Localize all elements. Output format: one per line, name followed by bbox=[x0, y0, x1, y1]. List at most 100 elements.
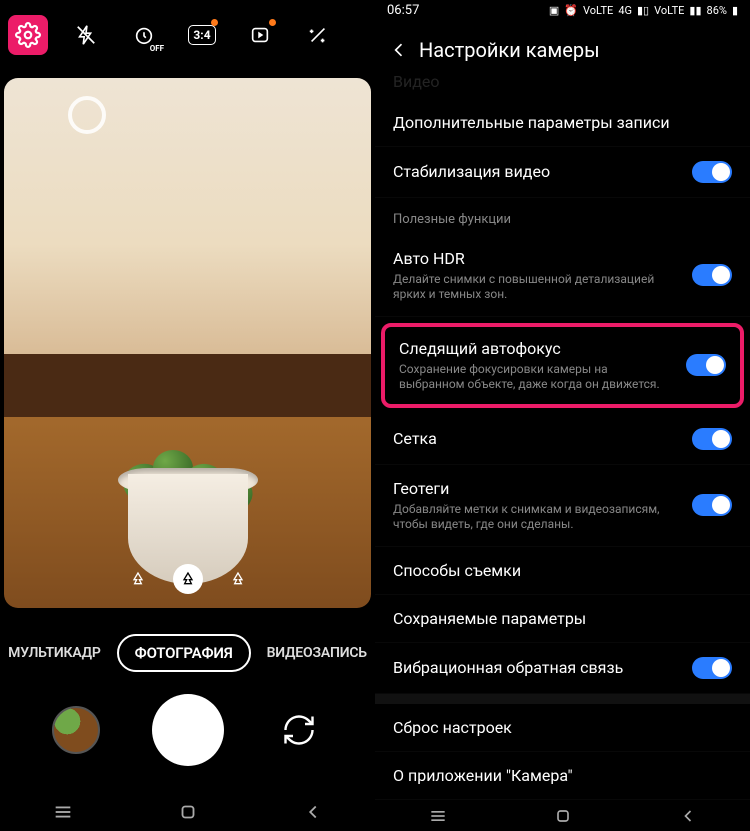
zoom-wide-button[interactable] bbox=[173, 564, 203, 594]
alarm-icon: ⏰ bbox=[564, 4, 578, 17]
camera-top-toolbar: OFF 3:4 bbox=[0, 0, 375, 70]
chevron-left-icon bbox=[389, 40, 409, 60]
home-icon bbox=[177, 801, 199, 823]
row-title: Способы съемки bbox=[393, 561, 720, 580]
nav-home-button[interactable] bbox=[553, 806, 573, 826]
row-sub: Добавляйте метки к снимкам и видеозапися… bbox=[393, 502, 680, 532]
shutter-row bbox=[0, 694, 375, 766]
row-save-preferences[interactable]: Сохраняемые параметры bbox=[375, 595, 750, 643]
nav-recents-button[interactable] bbox=[428, 806, 448, 826]
toggle-geotag[interactable] bbox=[692, 494, 732, 516]
row-sub: Сохранение фокусировки камеры на выбранн… bbox=[399, 362, 674, 392]
zoom-selector bbox=[123, 564, 253, 594]
row-shooting-methods[interactable]: Способы съемки bbox=[375, 547, 750, 595]
shutter-button[interactable] bbox=[152, 694, 224, 766]
toggle-grid[interactable] bbox=[692, 428, 732, 450]
timer-label: OFF bbox=[150, 44, 164, 53]
row-title: Вибрационная обратная связь bbox=[393, 658, 680, 677]
battery-icon: ▮ bbox=[732, 4, 738, 17]
preview-image bbox=[4, 78, 371, 608]
row-title: Геотеги bbox=[393, 479, 680, 498]
switch-camera-icon bbox=[281, 712, 317, 748]
magic-icon bbox=[307, 24, 329, 46]
tree-icon bbox=[130, 571, 146, 587]
toggle-tracking-af[interactable] bbox=[686, 354, 726, 376]
tree-icon bbox=[180, 571, 196, 587]
gear-icon bbox=[15, 22, 41, 48]
filters-button[interactable] bbox=[298, 15, 338, 55]
zoom-tele-button[interactable] bbox=[223, 564, 253, 594]
nfc-icon: ▣ bbox=[549, 4, 559, 17]
android-navbar bbox=[375, 800, 750, 831]
section-gap bbox=[375, 694, 750, 705]
row-title: Дополнительные параметры записи bbox=[393, 113, 720, 132]
truncated-section-label: Видео bbox=[375, 70, 750, 99]
nav-back-button[interactable] bbox=[302, 801, 324, 823]
camera-settings-screen: 06:57 ▣ ⏰ VoLTE 4G ▮▯ VoLTE ▮▮ 86% ▮ Нас… bbox=[375, 0, 750, 831]
focus-indicator-icon bbox=[68, 96, 106, 134]
badge-dot-icon bbox=[269, 19, 276, 26]
row-title: О приложении "Камера" bbox=[393, 766, 720, 785]
flash-off-icon bbox=[75, 24, 97, 46]
zoom-ultrawide-button[interactable] bbox=[123, 564, 153, 594]
camera-app-screen: OFF 3:4 bbox=[0, 0, 375, 831]
settings-button[interactable] bbox=[8, 15, 48, 55]
row-title: Следящий автофокус bbox=[399, 339, 674, 358]
camera-viewfinder[interactable] bbox=[4, 78, 371, 608]
row-grid[interactable]: Сетка bbox=[375, 414, 750, 465]
row-haptic[interactable]: Вибрационная обратная связь bbox=[375, 643, 750, 694]
recents-icon bbox=[52, 801, 74, 823]
aspect-ratio-button[interactable]: 3:4 bbox=[182, 15, 222, 55]
section-useful: Полезные функции bbox=[375, 198, 750, 235]
aspect-ratio-label: 3:4 bbox=[188, 25, 215, 45]
settings-title: Настройки камеры bbox=[419, 38, 600, 62]
mode-selector[interactable]: МУЛЬТИКАДР ФОТОГРАФИЯ ВИДЕОЗАПИСЬ bbox=[0, 628, 375, 678]
badge-dot-icon bbox=[211, 19, 218, 26]
motion-photo-icon bbox=[249, 24, 271, 46]
row-title: Сохраняемые параметры bbox=[393, 609, 720, 628]
row-title: Авто HDR bbox=[393, 249, 680, 268]
back-button[interactable] bbox=[389, 40, 409, 60]
row-about[interactable]: О приложении "Камера" bbox=[375, 752, 750, 800]
gallery-thumbnail-button[interactable] bbox=[52, 706, 100, 754]
timer-button[interactable]: OFF bbox=[124, 15, 164, 55]
row-autohdr[interactable]: Авто HDR Делайте снимки с повышенной дет… bbox=[375, 235, 750, 317]
signal-icon: ▮▯ bbox=[637, 4, 649, 17]
toggle-stabilize[interactable] bbox=[692, 161, 732, 183]
timer-icon bbox=[133, 24, 155, 46]
row-sub: Делайте снимки с повышенной детализацией… bbox=[393, 272, 680, 302]
status-time: 06:57 bbox=[387, 3, 419, 18]
nav-recents-button[interactable] bbox=[52, 801, 74, 823]
toggle-autohdr[interactable] bbox=[692, 264, 732, 286]
row-tracking-af[interactable]: Следящий автофокус Сохранение фокусировк… bbox=[381, 323, 744, 408]
back-icon bbox=[678, 806, 698, 826]
back-icon bbox=[302, 801, 324, 823]
battery-text: 86% bbox=[707, 4, 727, 17]
recents-icon bbox=[428, 806, 448, 826]
mode-prev[interactable]: МУЛЬТИКАДР bbox=[8, 645, 101, 661]
mode-next[interactable]: ВИДЕОЗАПИСЬ bbox=[267, 645, 367, 661]
home-icon bbox=[553, 806, 573, 826]
volte-icon-2: VoLTE bbox=[654, 4, 684, 17]
tree-icon bbox=[230, 571, 246, 587]
settings-header: Настройки камеры bbox=[375, 22, 750, 70]
toggle-haptic[interactable] bbox=[692, 657, 732, 679]
android-navbar bbox=[0, 783, 375, 831]
network-icon: 4G bbox=[618, 4, 632, 17]
row-title: Сетка bbox=[393, 429, 680, 448]
row-geotag[interactable]: Геотеги Добавляйте метки к снимкам и вид… bbox=[375, 465, 750, 547]
signal-icon-2: ▮▮ bbox=[689, 4, 701, 17]
nav-home-button[interactable] bbox=[177, 801, 199, 823]
row-reset[interactable]: Сброс настроек bbox=[375, 704, 750, 752]
nav-back-button[interactable] bbox=[678, 806, 698, 826]
mode-current[interactable]: ФОТОГРАФИЯ bbox=[117, 634, 251, 672]
row-adv-record[interactable]: Дополнительные параметры записи bbox=[375, 99, 750, 147]
motion-photo-button[interactable] bbox=[240, 15, 280, 55]
row-stabilize[interactable]: Стабилизация видео bbox=[375, 147, 750, 198]
switch-camera-button[interactable] bbox=[275, 706, 323, 754]
row-title: Стабилизация видео bbox=[393, 162, 680, 181]
flash-off-button[interactable] bbox=[66, 15, 106, 55]
volte-icon: VoLTE bbox=[583, 4, 613, 17]
row-title: Сброс настроек bbox=[393, 718, 720, 737]
status-bar: 06:57 ▣ ⏰ VoLTE 4G ▮▯ VoLTE ▮▮ 86% ▮ bbox=[375, 0, 750, 22]
